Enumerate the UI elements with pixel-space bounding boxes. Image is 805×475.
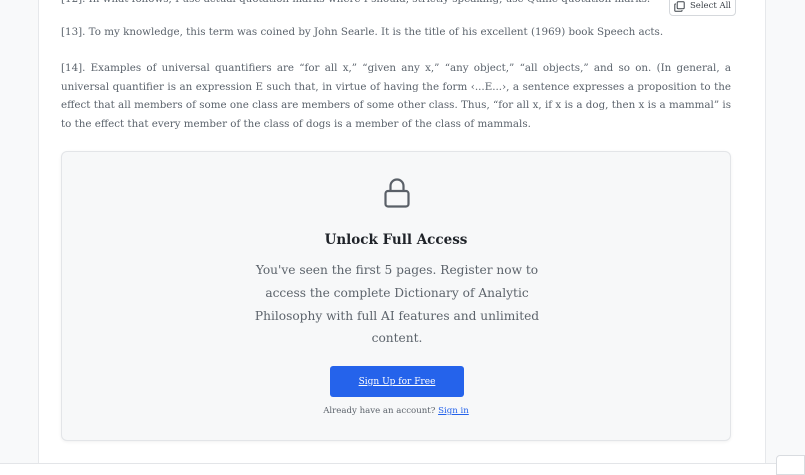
access-gate-panel: Unlock Full Access You've seen the first… [61, 151, 731, 441]
gate-title: Unlock Full Access [324, 232, 468, 248]
bottom-bar [0, 463, 805, 475]
lock-icon [384, 178, 410, 208]
sign-in-question: Already have an account? [323, 406, 436, 416]
sign-in-link[interactable]: Sign in [438, 406, 469, 416]
scroll-corner-control[interactable] [776, 455, 805, 475]
footnote-14: [14]. Examples of universal quantifiers … [61, 62, 731, 130]
copy-icon [674, 0, 685, 12]
footnote-12: [12]. In what follows, I use actual quot… [61, 0, 661, 9]
select-all-label: Select All [689, 1, 732, 11]
footnote-13: [13]. To my knowledge, this term was coi… [61, 26, 664, 38]
sign-in-prompt: Already have an account? Sign in [62, 406, 730, 416]
select-all-button[interactable]: Select All [669, 0, 736, 16]
sign-up-button[interactable]: Sign Up for Free [330, 366, 464, 397]
gate-message: You've seen the first 5 pages. Register … [254, 263, 540, 346]
